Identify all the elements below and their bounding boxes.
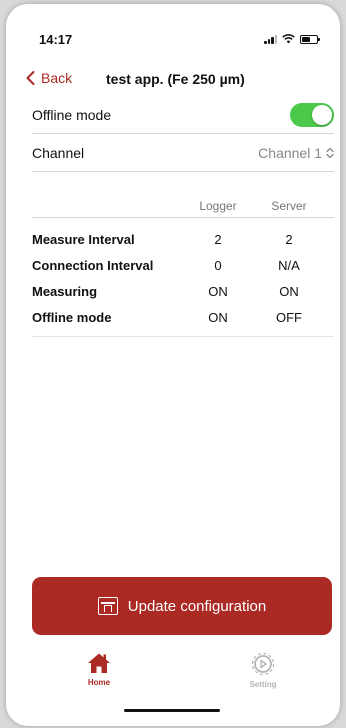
logger-value: ON [208, 309, 228, 325]
tab-home[interactable]: Home [64, 652, 134, 687]
server-value: 2 [285, 231, 293, 247]
table-header: Logger Server [32, 194, 334, 218]
nav-bar: Back test app. (Fe 250 µm) [6, 70, 340, 92]
tab-bar: Home Setting [6, 652, 340, 702]
update-configuration-button[interactable]: Update configuration [32, 577, 332, 635]
offline-mode-row: Offline mode [32, 96, 334, 134]
wifi-icon [282, 34, 295, 44]
channel-select[interactable]: Channel 1 [258, 145, 334, 161]
chevron-left-icon [26, 71, 35, 85]
channel-label: Channel [32, 144, 85, 161]
home-icon [88, 653, 110, 673]
chevron-updown-icon [326, 147, 334, 158]
update-configuration-label: Update configuration [127, 597, 267, 615]
table-body: Measure Interval 2 2 Connection Interval… [32, 218, 334, 336]
row-label: Connection Interval [32, 257, 154, 273]
page-title: test app. (Fe 250 µm) [106, 71, 245, 87]
back-label: Back [41, 70, 73, 86]
signal-icon [264, 34, 277, 44]
tab-home-label: Home [87, 678, 111, 687]
tab-setting-label: Setting [249, 680, 277, 689]
channel-selected-value: Channel 1 [258, 144, 322, 161]
logger-value: 2 [214, 231, 222, 247]
config-table: Logger Server Measure Interval 2 2 Conne… [32, 194, 334, 337]
server-value: OFF [276, 309, 302, 325]
table-row: Measuring ON ON [32, 278, 334, 304]
logger-value: 0 [214, 257, 222, 273]
row-label: Offline mode [32, 309, 112, 325]
tab-setting[interactable]: Setting [228, 652, 298, 689]
home-indicator [124, 709, 220, 712]
table-row: Connection Interval 0 N/A [32, 252, 334, 278]
header-logger: Logger [199, 198, 237, 213]
status-time: 14:17 [39, 32, 73, 47]
battery-icon [300, 35, 320, 44]
floppy-disk-icon [97, 597, 118, 615]
back-button[interactable]: Back [26, 70, 72, 86]
row-label: Measure Interval [32, 231, 135, 247]
channel-row: Channel Channel 1 [32, 134, 334, 172]
phone-screen: 14:17 Back test app. (Fe 250 µm) Offline… [6, 4, 340, 726]
logger-value: ON [208, 283, 228, 299]
gear-icon [251, 652, 275, 676]
table-row: Measure Interval 2 2 [32, 226, 334, 252]
row-label: Measuring [32, 283, 98, 299]
server-value: N/A [278, 257, 300, 273]
server-value: ON [279, 283, 299, 299]
status-icons [264, 34, 320, 44]
offline-mode-toggle[interactable] [290, 102, 334, 127]
table-row: Offline mode ON OFF [32, 304, 334, 330]
status-bar: 14:17 [6, 32, 340, 52]
offline-mode-label: Offline mode [32, 106, 112, 123]
header-server: Server [271, 198, 307, 213]
